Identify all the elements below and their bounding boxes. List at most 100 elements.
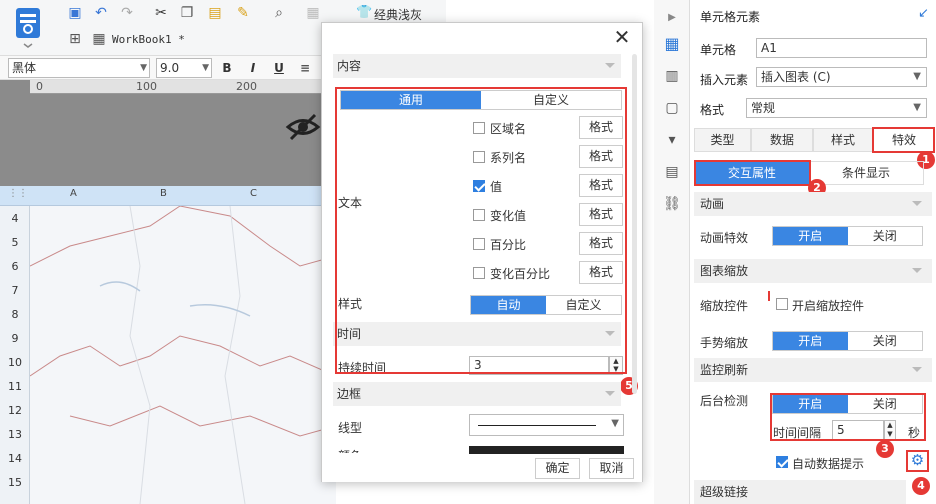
row-label[interactable]: 4 — [0, 212, 30, 225]
underline-button[interactable]: U — [270, 58, 288, 78]
chevron-down-icon — [912, 367, 922, 372]
workbook-icon: ▦ — [92, 31, 106, 47]
sheet-view-icon[interactable]: ⊞ — [66, 30, 84, 48]
row-label[interactable]: 15 — [0, 476, 30, 489]
row-label[interactable]: 12 — [0, 404, 30, 417]
theme-label: 经典浅灰 — [374, 8, 423, 22]
column-label[interactable]: B — [160, 188, 167, 199]
ruler-mark: 100 — [136, 80, 157, 93]
save-icon[interactable]: ▣ — [66, 4, 84, 22]
cut-icon[interactable]: ✂ — [152, 4, 170, 22]
widget-icon[interactable]: ▾ — [662, 130, 682, 150]
section-animation-header[interactable]: 动画 — [694, 192, 932, 216]
close-icon[interactable]: ✕ — [612, 27, 632, 47]
gesture-on[interactable]: 开启 — [773, 332, 848, 350]
chevron-down-icon: ▼ — [611, 418, 619, 429]
font-size-value: 9.0 — [160, 61, 180, 75]
cell-element-icon[interactable]: ▦ — [662, 34, 682, 54]
tab-style[interactable]: 样式 — [813, 128, 873, 152]
italic-button[interactable]: I — [244, 58, 262, 78]
hidden-eye-icon[interactable] — [285, 112, 321, 142]
background-check-label: 后台检测 — [700, 394, 749, 408]
chevron-right-icon[interactable]: ▶ — [662, 8, 682, 28]
row-label[interactable]: 11 — [0, 380, 30, 393]
section-content-header[interactable]: 内容 — [333, 54, 621, 78]
ruler: 0 100 200 — [30, 80, 336, 94]
section-title: 监控刷新 — [700, 363, 749, 377]
animation-off[interactable]: 关闭 — [848, 227, 923, 245]
row-label[interactable]: 7 — [0, 284, 30, 297]
auto-tip-checkbox[interactable] — [776, 456, 788, 468]
tab-type[interactable]: 类型 — [694, 128, 751, 152]
attribute-icon[interactable]: ▥ — [662, 66, 682, 86]
font-name-select[interactable]: 黑体 ▼ — [8, 58, 150, 78]
section-border-header[interactable]: 边框 — [333, 382, 621, 406]
format-select[interactable]: 常规 ▼ — [746, 98, 927, 118]
section-hyperlink-header[interactable]: 超级链接 — [694, 480, 906, 504]
highlight-box-2 — [694, 160, 811, 186]
section-title: 超级链接 — [700, 485, 749, 499]
ok-button[interactable]: 确定 — [535, 458, 580, 479]
animation-on[interactable]: 开启 — [773, 227, 848, 245]
column-header: ⋮⋮ A B C — [0, 186, 336, 206]
subtab-conditional[interactable]: 条件显示 — [809, 162, 923, 184]
cell-label: 单元格 — [700, 43, 737, 57]
bold-button[interactable]: B — [218, 58, 236, 78]
app-logo-icon[interactable] — [8, 4, 46, 48]
section-title: 动画 — [700, 197, 725, 211]
row-label[interactable]: 6 — [0, 260, 30, 273]
row-header: 4 5 6 7 8 9 10 11 12 13 14 15 — [0, 206, 30, 504]
error-marker — [768, 291, 770, 301]
line-type-select[interactable]: ▼ — [469, 414, 624, 436]
font-size-select[interactable]: 9.0 ▼ — [156, 58, 212, 78]
insert-element-label: 插入元素 — [700, 73, 749, 87]
cell-input[interactable]: A1 — [756, 38, 927, 58]
row-label[interactable]: 10 — [0, 356, 30, 369]
auto-tip-label: 自动数据提示 — [792, 457, 865, 471]
map-outline — [30, 206, 336, 504]
row-label[interactable]: 5 — [0, 236, 30, 249]
collapse-arrow-icon[interactable]: ↙ — [918, 6, 929, 21]
column-label[interactable]: A — [70, 188, 77, 199]
row-label[interactable]: 14 — [0, 452, 30, 465]
panel-title: 单元格元素 — [700, 10, 761, 24]
format-painter-icon[interactable]: ✎ — [234, 4, 252, 22]
chevron-down-icon: ▼ — [202, 63, 209, 73]
icon-sidebar: ▶ ▦ ▥ ▢ ▾ ▤ ⛓ — [654, 0, 690, 504]
copy-icon[interactable]: ❐ — [178, 4, 196, 22]
undo-icon[interactable]: ↶ — [92, 4, 110, 22]
row-label[interactable]: 8 — [0, 308, 30, 321]
section-monitor-header[interactable]: 监控刷新 — [694, 358, 932, 382]
animation-label: 动画特效 — [700, 231, 749, 245]
line-sample — [478, 425, 596, 426]
line-type-label: 线型 — [338, 421, 363, 435]
map-chart[interactable] — [30, 206, 336, 504]
redo-icon[interactable]: ↷ — [118, 4, 136, 22]
workbook-tab[interactable]: WorkBook1 * — [112, 28, 242, 52]
dialog-scrollbar[interactable] — [632, 54, 637, 394]
chevron-down-icon — [912, 268, 922, 273]
gesture-toggle: 开启 关闭 — [772, 331, 923, 351]
section-title: 图表缩放 — [700, 264, 749, 278]
find-icon[interactable]: ⌕ — [270, 4, 288, 22]
gesture-off[interactable]: 关闭 — [848, 332, 923, 350]
color-swatch[interactable] — [469, 446, 624, 454]
data-source-icon[interactable]: ▤ — [662, 162, 682, 182]
insert-element-value: 插入图表 (C) — [761, 70, 831, 84]
row-label[interactable]: 13 — [0, 428, 30, 441]
frame-icon[interactable]: ▢ — [662, 98, 682, 118]
insert-element-select[interactable]: 插入图表 (C) ▼ — [756, 67, 927, 87]
gesture-zoom-label: 手势缩放 — [700, 336, 749, 350]
cancel-button[interactable]: 取消 — [589, 458, 634, 479]
grid-icon[interactable]: ▦ — [304, 4, 322, 22]
row-label[interactable]: 9 — [0, 332, 30, 345]
tab-data[interactable]: 数据 — [751, 128, 813, 152]
zoom-control-checkbox[interactable] — [776, 298, 788, 310]
corner-icon: ⋮⋮ — [8, 188, 28, 199]
section-zoom-header[interactable]: 图表缩放 — [694, 259, 932, 283]
column-label[interactable]: C — [250, 188, 257, 199]
align-icon[interactable]: ≡ — [296, 58, 314, 78]
link-icon[interactable]: ⛓ — [662, 194, 682, 214]
paste-icon[interactable]: ▤ — [206, 4, 224, 22]
zoom-control-label: 缩放控件 — [700, 299, 749, 313]
